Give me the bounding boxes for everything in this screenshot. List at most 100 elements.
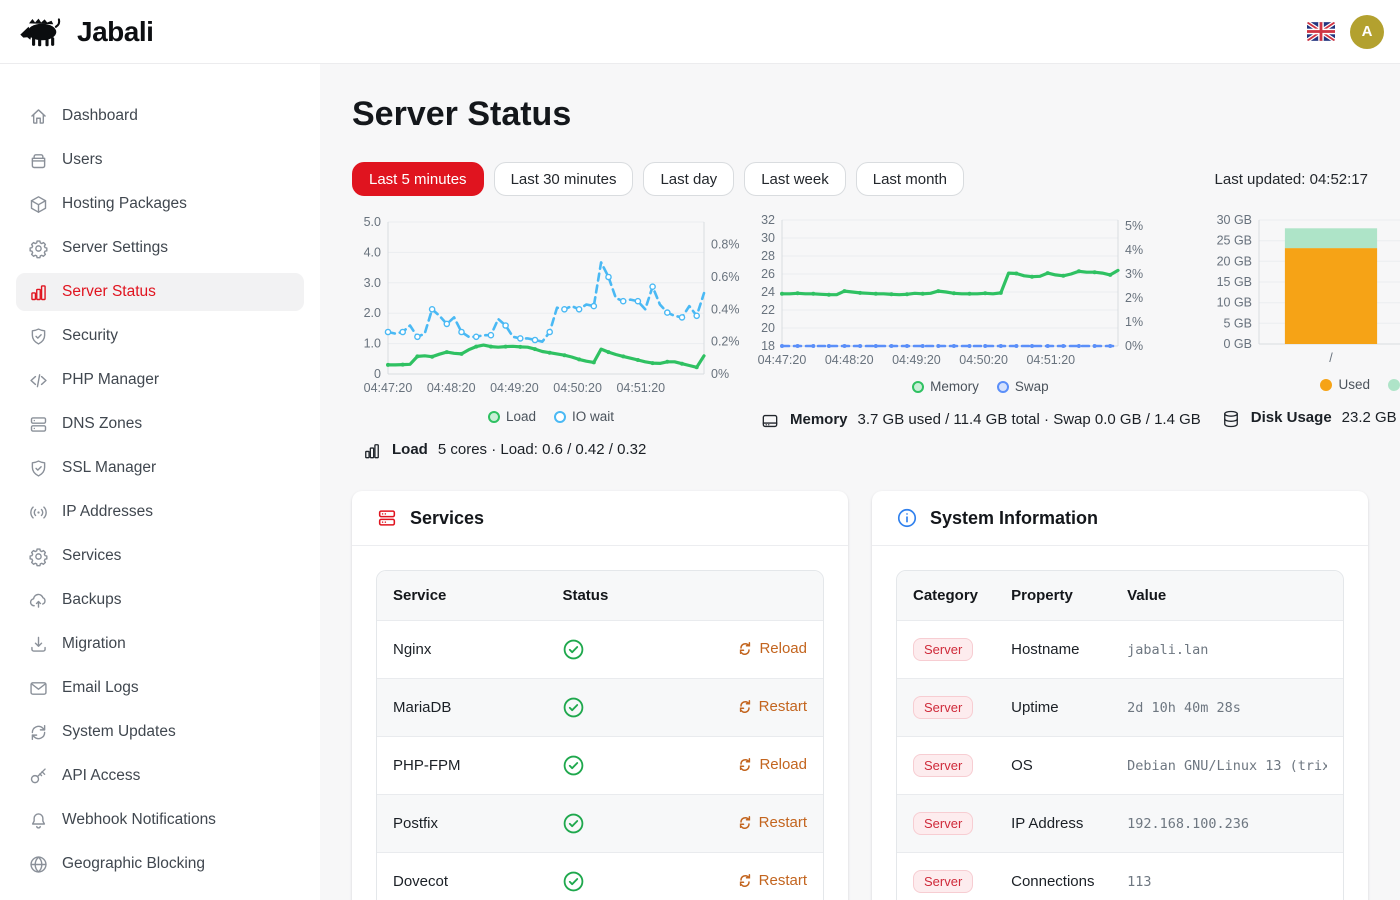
sidebar-item-php-manager[interactable]: PHP Manager: [16, 361, 304, 399]
svg-text:04:51:20: 04:51:20: [616, 381, 665, 395]
service-action-restart-button[interactable]: Restart: [738, 698, 807, 715]
sidebar-item-dns-zones[interactable]: DNS Zones: [16, 405, 304, 443]
sidebar-item-webhook-notifications[interactable]: Webhook Notifications: [16, 801, 304, 839]
service-action-reload-button[interactable]: Reload: [738, 640, 807, 657]
legend-item: Load: [488, 409, 536, 424]
memory-chart: 18202224262830320%1%2%3%4%5%04:47:2004:4…: [750, 212, 1160, 372]
status-running-check-icon: [562, 812, 655, 835]
sidebar-item-hosting-packages[interactable]: Hosting Packages: [16, 185, 304, 223]
sidebar-item-ip-addresses[interactable]: IP Addresses: [16, 493, 304, 531]
system-information-card: System Information CategoryPropertyValue…: [872, 491, 1368, 900]
property-name: Hostname: [995, 621, 1111, 679]
svg-text:26: 26: [761, 267, 775, 281]
svg-text:04:48:20: 04:48:20: [825, 353, 874, 367]
disk-chart-legend: Used Free: [1211, 377, 1400, 392]
service-action-reload-button[interactable]: Reload: [738, 756, 807, 773]
page-title: Server Status: [352, 95, 1368, 134]
refresh-icon: [738, 757, 752, 771]
sidebar-item-backups[interactable]: Backups: [16, 581, 304, 619]
sidebar-item-label: Backups: [62, 591, 121, 609]
svg-text:3%: 3%: [1125, 267, 1143, 281]
sidebar-item-migration[interactable]: Migration: [16, 625, 304, 663]
service-name: Dovecot: [377, 853, 546, 900]
svg-text:1.0: 1.0: [364, 337, 381, 351]
svg-text:4.0: 4.0: [364, 245, 381, 259]
service-row-php-fpm: PHP-FPM Reload: [377, 737, 823, 795]
sidebar-item-dashboard[interactable]: Dashboard: [16, 97, 304, 135]
sidebar-item-email-logs[interactable]: Email Logs: [16, 669, 304, 707]
property-name: Connections: [995, 853, 1111, 900]
sidebar-item-server-status[interactable]: Server Status: [16, 273, 304, 311]
sidebar-item-label: DNS Zones: [62, 415, 142, 433]
sidebar-item-label: Migration: [62, 635, 126, 653]
shield-icon: [28, 458, 49, 479]
svg-text:0.8%: 0.8%: [711, 238, 740, 252]
sidebar-item-system-updates[interactable]: System Updates: [16, 713, 304, 751]
refresh-icon: [738, 873, 752, 887]
language-flag-uk-icon[interactable]: [1307, 22, 1335, 41]
stat-label: Load: [392, 439, 428, 460]
sidebar-item-api-access[interactable]: API Access: [16, 757, 304, 795]
svg-text:04:51:20: 04:51:20: [1026, 353, 1075, 367]
services-col-header: Status: [546, 571, 671, 621]
category-badge: Server: [913, 638, 973, 661]
brand[interactable]: Jabali: [16, 12, 153, 52]
filter-last-week[interactable]: Last week: [744, 162, 846, 196]
sidebar-item-security[interactable]: Security: [16, 317, 304, 355]
filter-last-day[interactable]: Last day: [643, 162, 734, 196]
legend-item: Memory: [912, 379, 979, 394]
load-chart: 01.02.03.04.05.00%0.2%0.4%0.6%0.8%04:47:…: [352, 212, 750, 402]
filter-last-month[interactable]: Last month: [856, 162, 964, 196]
sidebar-item-ssl-manager[interactable]: SSL Manager: [16, 449, 304, 487]
sidebar-item-server-settings[interactable]: Server Settings: [16, 229, 304, 267]
filter-last-30-minutes[interactable]: Last 30 minutes: [494, 162, 634, 196]
svg-text:28: 28: [761, 249, 775, 263]
service-row-dovecot: Dovecot Restart: [377, 853, 823, 900]
user-avatar[interactable]: A: [1350, 15, 1384, 49]
property-name: OS: [995, 737, 1111, 795]
svg-text:25 GB: 25 GB: [1216, 234, 1251, 248]
gear-icon: [28, 238, 49, 259]
system-info-col-header: Category: [897, 571, 995, 621]
svg-text:5.0: 5.0: [364, 215, 381, 229]
sidebar-item-users[interactable]: Users: [16, 141, 304, 179]
legend-item: IO wait: [554, 409, 614, 424]
category-badge: Server: [913, 754, 973, 777]
database-icon: [1221, 409, 1241, 429]
service-action-restart-button[interactable]: Restart: [738, 872, 807, 889]
sidebar-item-label: Geographic Blocking: [62, 855, 205, 873]
filter-last-5-minutes[interactable]: Last 5 minutes: [352, 162, 484, 196]
sidebar-item-services[interactable]: Services: [16, 537, 304, 575]
status-running-check-icon: [562, 696, 655, 719]
svg-text:0%: 0%: [711, 367, 729, 381]
service-action-restart-button[interactable]: Restart: [738, 814, 807, 831]
svg-text:0.4%: 0.4%: [711, 302, 740, 316]
svg-text:10 GB: 10 GB: [1216, 296, 1251, 310]
service-name: PHP-FPM: [377, 737, 546, 795]
svg-text:20: 20: [761, 321, 775, 335]
svg-text:22: 22: [761, 303, 775, 317]
last-updated-text: Last updated: 04:52:17: [1215, 171, 1368, 188]
svg-text:1%: 1%: [1125, 315, 1143, 329]
sidebar-item-geographic-blocking[interactable]: Geographic Blocking: [16, 845, 304, 883]
cards-row: Services ServiceStatus Nginx Reload Mari…: [352, 491, 1368, 900]
property-name: Uptime: [995, 679, 1111, 737]
refresh-icon: [738, 699, 752, 713]
svg-text:15 GB: 15 GB: [1216, 275, 1251, 289]
property-value: jabali.lan: [1127, 642, 1327, 658]
download-icon: [28, 634, 49, 655]
services-col-header: Service: [377, 571, 546, 621]
mail-icon: [28, 678, 49, 699]
hard-drive-icon: [760, 411, 780, 431]
sidebar-item-label: SSL Manager: [62, 459, 156, 477]
status-running-check-icon: [562, 870, 655, 893]
code-icon: [28, 370, 49, 391]
sidebar-item-label: System Updates: [62, 723, 176, 741]
svg-text:04:49:20: 04:49:20: [490, 381, 539, 395]
sidebar-item-label: Security: [62, 327, 118, 345]
system-information-card-title: System Information: [930, 508, 1098, 529]
shield-icon: [28, 326, 49, 347]
memory-chart-legend: Memory Swap: [750, 379, 1211, 394]
legend-item: Free: [1388, 377, 1400, 392]
system-info-row: Server IP Address 192.168.100.236: [897, 795, 1343, 853]
